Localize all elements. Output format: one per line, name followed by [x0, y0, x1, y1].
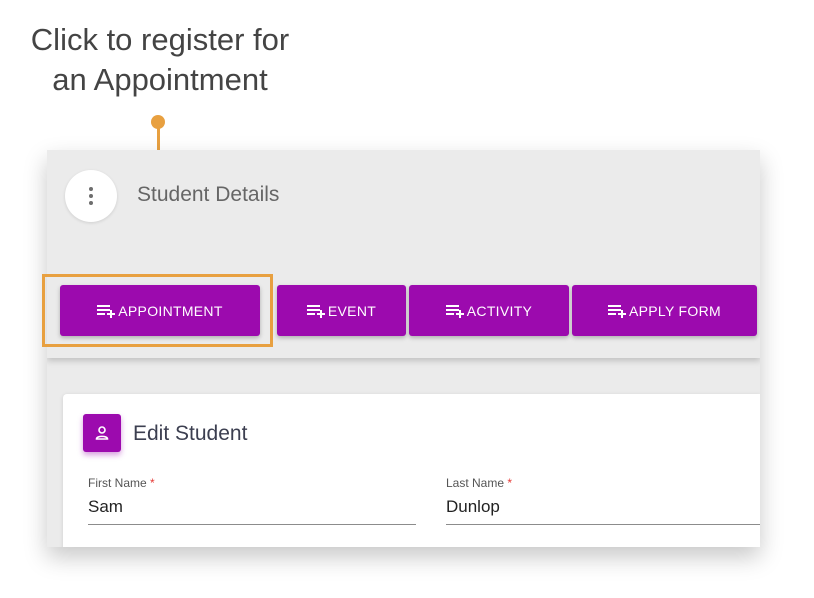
- card-header-icon-box: [83, 414, 121, 452]
- activity-button-label: ACTIVITY: [466, 302, 533, 319]
- playlist-add-icon: [608, 304, 627, 318]
- first-name-label: First Name *: [88, 476, 155, 490]
- required-mark: *: [507, 476, 513, 490]
- last-name-field[interactable]: Dunlop: [446, 496, 760, 525]
- page-title: Student Details: [137, 183, 280, 206]
- person-icon: [95, 426, 109, 440]
- event-button[interactable]: EVENT: [277, 285, 406, 336]
- callout-annotation: Click to register for an Appointment: [0, 20, 320, 100]
- last-name-label-text: Last Name: [446, 476, 505, 490]
- card-title: Edit Student: [133, 422, 248, 445]
- playlist-add-icon: [445, 304, 464, 318]
- required-mark: *: [150, 476, 155, 490]
- apply-form-button-label: APPLY FORM: [629, 302, 721, 319]
- callout-dot: [151, 115, 165, 129]
- activity-button[interactable]: ACTIVITY: [409, 285, 569, 336]
- menu-button[interactable]: [65, 170, 117, 222]
- event-button-label: EVENT: [327, 302, 377, 319]
- first-name-field[interactable]: Sam: [88, 496, 416, 525]
- app-window: Student Details APPOINTMENT EVENT ACTIVI…: [47, 150, 760, 547]
- edit-student-card: Edit Student First Name * Sam Last Name …: [63, 394, 760, 547]
- callout-highlight-box: [42, 274, 273, 347]
- playlist-add-icon: [306, 304, 325, 318]
- last-name-label: Last Name *: [446, 476, 512, 490]
- more-vert-icon: [89, 187, 93, 205]
- callout-line-1: Click to register for: [30, 22, 290, 57]
- apply-form-button[interactable]: APPLY FORM: [572, 285, 757, 336]
- callout-line-2: an Appointment: [52, 62, 268, 97]
- first-name-label-text: First Name: [88, 476, 147, 490]
